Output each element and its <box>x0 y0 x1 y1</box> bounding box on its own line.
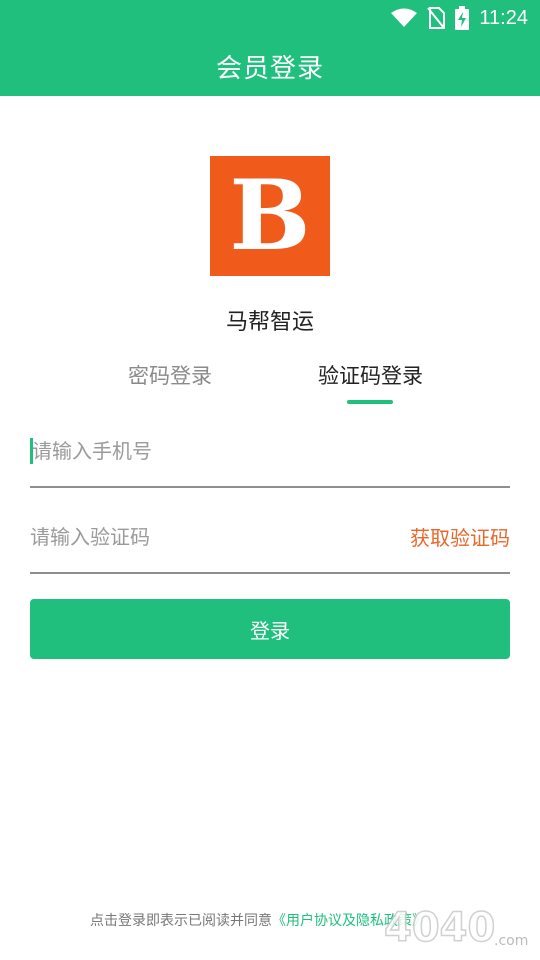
agreement-prefix: 点击登录即表示已阅读并同意 <box>90 913 272 929</box>
tab-code-login[interactable]: 验证码登录 <box>318 360 423 390</box>
verification-code-input[interactable] <box>30 522 370 552</box>
app-logo: B <box>210 156 330 276</box>
phone-input[interactable] <box>30 436 510 466</box>
svg-text:.com: .com <box>494 933 528 949</box>
status-time: 11:24 <box>479 6 528 29</box>
battery-charging-icon <box>455 6 470 30</box>
app-name: 马帮智运 <box>225 310 314 335</box>
app-header: 11:24 会员登录 <box>0 0 540 96</box>
svg-text:4040: 4040 <box>384 905 495 951</box>
text-caret <box>30 438 33 464</box>
watermark-logo: 4040 .com <box>383 904 528 952</box>
status-bar: 11:24 <box>391 6 528 30</box>
get-code-button[interactable]: 获取验证码 <box>410 522 510 551</box>
active-tab-indicator <box>347 400 393 404</box>
wifi-icon <box>391 8 418 28</box>
no-sim-icon <box>427 7 446 29</box>
tab-password-login[interactable]: 密码登录 <box>128 360 212 390</box>
agreement-text: 点击登录即表示已阅读并同意《用户协议及隐私政策》 <box>90 910 426 930</box>
code-field: 获取验证码 <box>30 522 510 574</box>
login-button[interactable]: 登录 <box>30 599 510 659</box>
logo-letter: B <box>229 159 311 272</box>
page-title: 会员登录 <box>215 54 324 84</box>
login-tabs: 密码登录 验证码登录 <box>0 360 540 406</box>
phone-field <box>30 436 510 488</box>
